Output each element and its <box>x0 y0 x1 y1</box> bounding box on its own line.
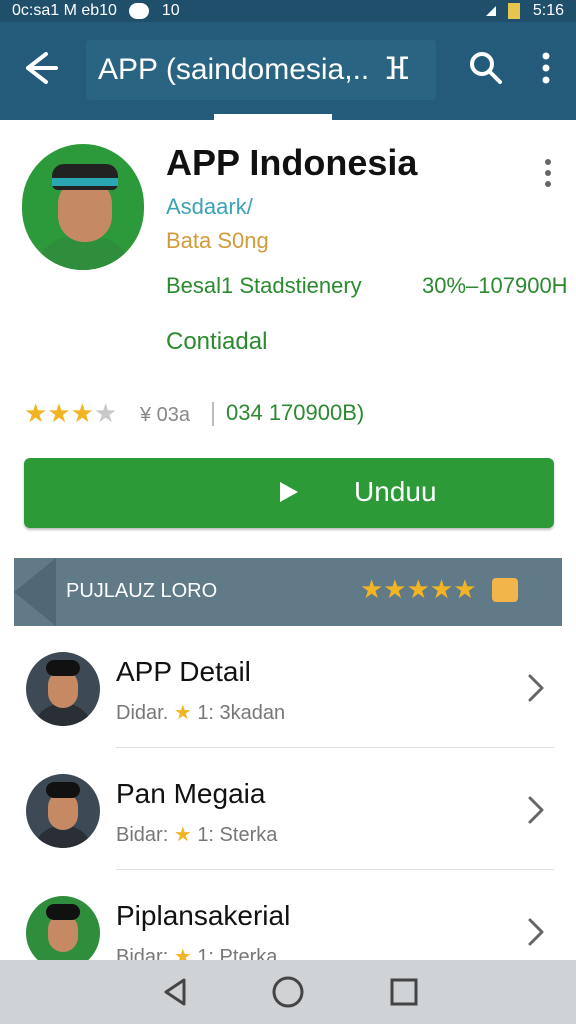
list-item-meta: Bidar: ★ 1: Sterka <box>116 822 277 847</box>
status-bar: 0c:sa1 M eb10 10 5:16 <box>0 0 576 22</box>
list-item-meta: Didar. ★ 1: 3kadan <box>116 700 285 725</box>
avatar <box>26 652 100 726</box>
section-label: PUJLAUZ LORO <box>66 580 218 602</box>
list-item-title: Pan Megaia <box>116 778 266 809</box>
app-icon <box>22 144 144 270</box>
rating-stars: ★★★★ <box>24 398 117 428</box>
chevron-right-icon[interactable] <box>526 916 546 948</box>
app-overflow-icon[interactable] <box>540 156 556 190</box>
navigation-bar <box>0 960 576 1024</box>
app-size: 30%–107900H <box>422 273 568 298</box>
app-subtitle: Bata S0ng <box>166 228 269 253</box>
refresh-icon: ⴼ <box>383 53 410 86</box>
chevron-right-icon[interactable] <box>526 794 546 826</box>
app-contact[interactable]: Contiadal <box>166 328 267 356</box>
section-stars: ★★★★★ <box>360 574 477 604</box>
app-bar-title-text: APP (saindomesia,.. <box>98 53 370 86</box>
signal-icon <box>476 5 496 16</box>
app-category: Besal1 Stadstienery <box>166 273 362 298</box>
star-icon: ★ <box>47 398 71 428</box>
star-icon: ★ <box>173 824 192 846</box>
divider <box>212 402 214 426</box>
list-item-title: Piplansakerial <box>116 900 291 931</box>
list-item-meta-prefix: Bidar: <box>116 824 169 846</box>
list-item[interactable]: Pan Megaia Bidar: ★ 1: Sterka <box>0 750 576 870</box>
avatar-cap <box>46 782 80 798</box>
nav-back-icon[interactable] <box>160 976 190 1008</box>
star-icon: ★ <box>70 398 94 428</box>
list-item-meta-suffix: 1: Sterka <box>197 824 278 846</box>
divider <box>116 869 554 870</box>
star-icon: ★ <box>24 398 48 428</box>
rating-value: ¥ 03a <box>140 404 191 426</box>
install-button[interactable]: Unduu <box>24 458 554 528</box>
app-icon-cap <box>52 164 118 190</box>
list-item-title: APP Detail <box>116 656 251 687</box>
app-developer[interactable]: Asdaark/ <box>166 194 253 220</box>
avatar-cap <box>46 660 80 676</box>
section-chevron <box>14 558 56 626</box>
back-arrow-icon[interactable] <box>18 46 62 90</box>
nav-home-icon[interactable] <box>270 974 306 1010</box>
notification-icon <box>129 2 150 19</box>
section-header[interactable]: PUJLAUZ LORO ★★★★★ <box>14 558 562 626</box>
star-half-icon: ★ <box>93 398 118 428</box>
avatar-cap <box>46 904 80 920</box>
status-badge: 10 <box>161 2 180 19</box>
app-bar-title[interactable]: APP (saindomesia,.. ⴼ <box>86 40 436 100</box>
gift-icon <box>492 578 518 602</box>
overflow-menu-icon[interactable] <box>536 48 556 88</box>
chevron-right-icon[interactable] <box>526 672 546 704</box>
star-icon: ★ <box>173 702 192 724</box>
avatar <box>26 774 100 848</box>
list-item[interactable]: APP Detail Didar. ★ 1: 3kadan <box>0 628 576 748</box>
tab-indicator <box>214 114 332 120</box>
status-right: 5:16 <box>476 0 564 22</box>
list-item-meta-suffix: 1: 3kadan <box>197 702 286 724</box>
nav-recent-icon[interactable] <box>388 976 420 1008</box>
status-left: 0c:sa1 M eb10 10 <box>12 0 180 22</box>
status-time: 5:16 <box>532 2 564 19</box>
app-bar: APP (saindomesia,.. ⴼ <box>0 22 576 120</box>
search-icon[interactable] <box>466 48 506 88</box>
app-icon-band <box>52 178 118 186</box>
list-item-meta-prefix: Didar. <box>116 702 169 724</box>
battery-icon <box>508 2 521 19</box>
install-label: Unduu <box>354 476 437 507</box>
status-text: 0c:sa1 M eb10 <box>12 2 117 19</box>
app-title: APP Indonesia <box>166 142 418 183</box>
divider <box>116 747 554 748</box>
avatar <box>26 896 100 970</box>
play-icon <box>280 482 298 502</box>
downloads: 034 170900B) <box>226 400 365 425</box>
